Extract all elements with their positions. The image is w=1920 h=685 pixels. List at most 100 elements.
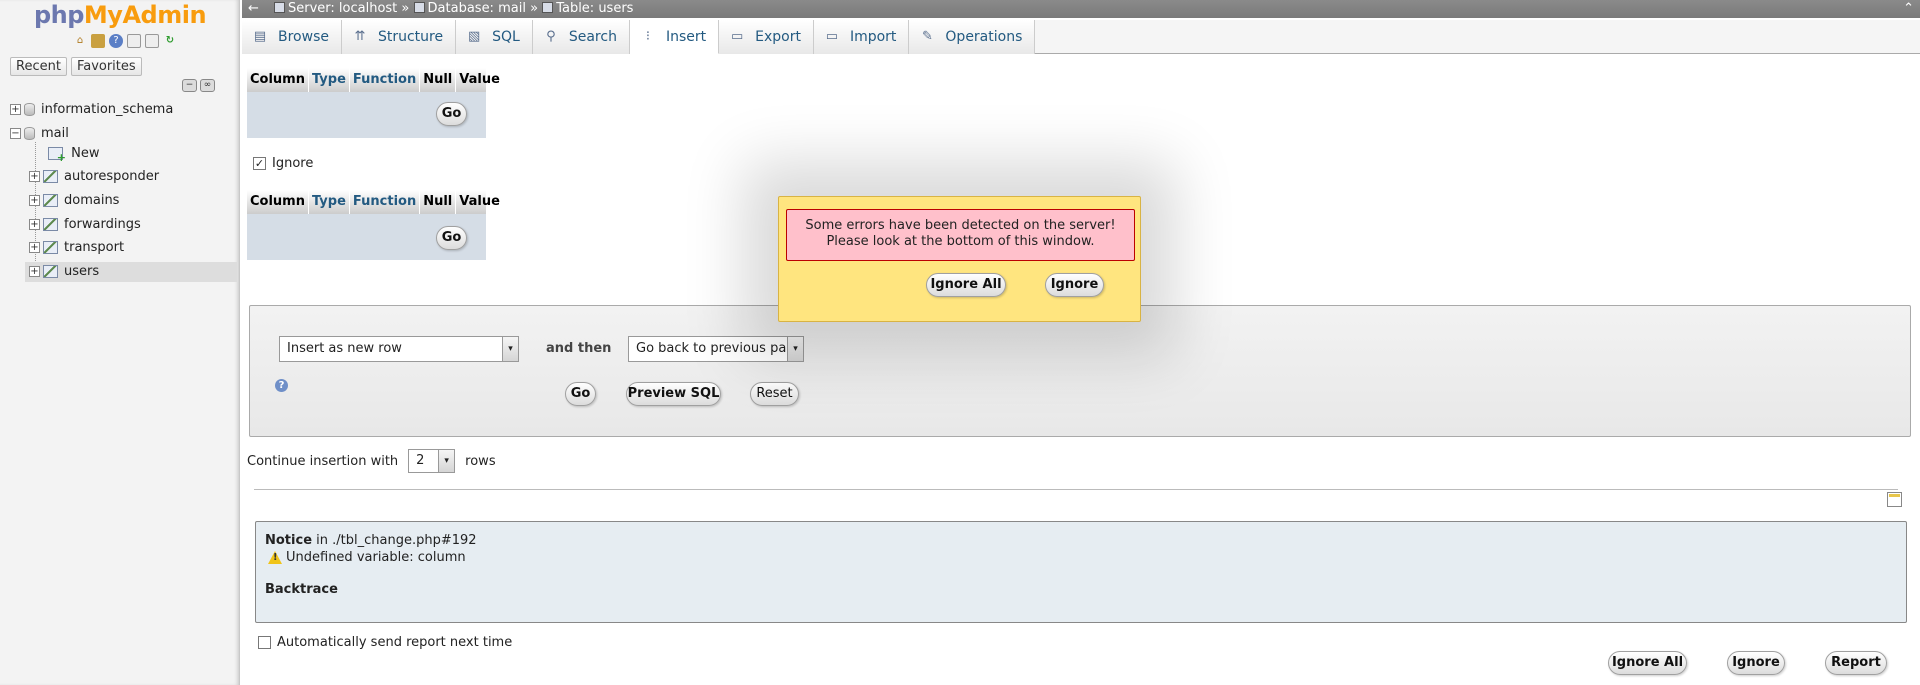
preview-sql-button[interactable]: Preview SQL bbox=[626, 382, 721, 406]
header-function[interactable]: Function bbox=[350, 68, 421, 92]
browse-icon: ▤ bbox=[253, 29, 267, 44]
settings-icon[interactable] bbox=[145, 34, 159, 48]
database-icon bbox=[413, 2, 425, 13]
tree-table-label: domains bbox=[64, 193, 120, 208]
divider bbox=[254, 489, 1898, 490]
tab-label: Structure bbox=[377, 29, 444, 45]
ignore-all-button[interactable]: Ignore All bbox=[1608, 651, 1687, 675]
breadcrumb-database[interactable]: Database: mail bbox=[428, 1, 526, 16]
phpmyadmin-logo[interactable]: phpMyAdmin bbox=[0, 0, 240, 30]
tab-label: Export bbox=[755, 29, 801, 45]
insert-rows-select[interactable]: 2 ▾ bbox=[408, 449, 456, 473]
tree-table-forwardings[interactable]: + forwardings bbox=[29, 215, 141, 235]
report-button[interactable]: Report bbox=[1825, 651, 1887, 675]
table-header: Column Type Function Null Value bbox=[247, 190, 504, 214]
go-button[interactable]: Go bbox=[436, 226, 467, 250]
ignore-checkbox[interactable]: ✓ bbox=[253, 157, 266, 170]
nav-tabs: Recent Favorites bbox=[10, 57, 142, 76]
nav-icon-bar: ⌂ ? ↻ bbox=[73, 34, 177, 50]
notice-location: in ./tbl_change.php#192 bbox=[312, 533, 477, 548]
insert-mode-select[interactable]: Insert as new row ▾ bbox=[279, 336, 519, 362]
nav-tab-favorites[interactable]: Favorites bbox=[70, 57, 142, 76]
nav-collapse-controls: − ∞ bbox=[182, 79, 215, 92]
ignore-button[interactable]: Ignore bbox=[1727, 651, 1785, 675]
expand-icon[interactable]: + bbox=[29, 195, 40, 206]
collapse-all-icon[interactable]: − bbox=[182, 79, 197, 92]
table-icon bbox=[43, 194, 58, 207]
header-null: Null bbox=[420, 190, 457, 214]
help-icon[interactable]: ? bbox=[109, 34, 123, 48]
after-insert-select[interactable]: Go back to previous page ▾ bbox=[628, 336, 804, 362]
go-button[interactable]: Go bbox=[436, 102, 467, 126]
auto-send-label: Automatically send report next time bbox=[277, 635, 513, 650]
tree-table-users[interactable]: + users bbox=[25, 262, 237, 282]
expand-icon[interactable]: + bbox=[29, 266, 40, 277]
nav-tab-recent[interactable]: Recent bbox=[10, 57, 67, 76]
breadcrumb: Server: localhost » Database: mail » Tab… bbox=[274, 0, 633, 18]
tab-search[interactable]: ⚲ Search bbox=[532, 20, 630, 54]
tab-structure[interactable]: ⇈ Structure bbox=[341, 20, 457, 54]
collapse-top-icon[interactable]: ⌃ bbox=[1903, 0, 1914, 18]
breadcrumb-server[interactable]: Server: localhost bbox=[288, 1, 397, 16]
tab-operations[interactable]: ✎ Operations bbox=[909, 20, 1036, 54]
tab-label: Import bbox=[849, 29, 897, 45]
chevron-down-icon: ▾ bbox=[787, 337, 803, 361]
backtrace-heading: Backtrace bbox=[265, 582, 338, 597]
breadcrumb-separator: » bbox=[530, 1, 539, 16]
select-value: Go back to previous page bbox=[636, 341, 803, 356]
ignore-checkbox-row: ✓ Ignore bbox=[253, 156, 313, 171]
reset-button[interactable]: Reset bbox=[750, 382, 799, 406]
table-body: Go bbox=[247, 214, 486, 260]
help-icon[interactable]: ? bbox=[275, 379, 288, 392]
link-with-main-icon[interactable]: ∞ bbox=[200, 79, 215, 92]
dialog-ignore-all-button[interactable]: Ignore All bbox=[926, 273, 1006, 297]
go-button[interactable]: Go bbox=[565, 382, 596, 406]
breadcrumb-table[interactable]: Table: users bbox=[556, 1, 633, 16]
header-type[interactable]: Type bbox=[309, 190, 350, 214]
error-console-icon[interactable] bbox=[1887, 492, 1902, 507]
collapse-icon[interactable]: − bbox=[10, 128, 21, 139]
header-type[interactable]: Type bbox=[309, 68, 350, 92]
docs-icon[interactable] bbox=[127, 34, 141, 48]
header-column: Column bbox=[247, 68, 309, 92]
tree-table-autoresponder[interactable]: + autoresponder bbox=[29, 167, 159, 187]
chevron-down-icon: ▾ bbox=[502, 337, 518, 361]
insert-columns-table-1: Column Type Function Null Value Go bbox=[247, 68, 504, 138]
reload-icon[interactable]: ↻ bbox=[163, 34, 177, 48]
back-arrow-icon[interactable]: ← bbox=[248, 0, 259, 18]
header-null: Null bbox=[420, 68, 457, 92]
tree-db-information-schema[interactable]: + information_schema bbox=[10, 100, 173, 120]
tab-label: Browse bbox=[278, 29, 329, 45]
tab-insert[interactable]: ⁝ Insert bbox=[629, 20, 720, 54]
tree-table-transport[interactable]: + transport bbox=[29, 238, 124, 258]
tree-db-mail[interactable]: − mail bbox=[10, 124, 69, 144]
error-line-1: Some errors have been detected on the se… bbox=[805, 218, 1116, 233]
tab-import[interactable]: ▭ Import bbox=[813, 20, 910, 54]
continue-insertion-row: Continue insertion with 2 ▾ rows bbox=[247, 449, 496, 473]
expand-icon[interactable]: + bbox=[29, 171, 40, 182]
dialog-ignore-button[interactable]: Ignore bbox=[1045, 273, 1104, 297]
table-body: Go bbox=[247, 92, 486, 138]
wrench-icon: ✎ bbox=[921, 29, 933, 44]
tree-table-label: users bbox=[64, 264, 100, 279]
structure-icon: ⇈ bbox=[354, 29, 366, 44]
tree-new-label: New bbox=[71, 146, 100, 161]
tab-export[interactable]: ▭ Export bbox=[719, 20, 814, 54]
home-icon[interactable]: ⌂ bbox=[73, 34, 87, 48]
tab-sql[interactable]: ▧ SQL bbox=[456, 20, 533, 54]
expand-icon[interactable]: + bbox=[10, 104, 21, 115]
notice-message: Undefined variable: column bbox=[268, 550, 466, 565]
header-function[interactable]: Function bbox=[350, 190, 421, 214]
insert-options-fieldset: Insert as new row ▾ and then Go back to … bbox=[249, 305, 1911, 437]
tab-browse[interactable]: ▤ Browse bbox=[242, 20, 342, 54]
expand-icon[interactable]: + bbox=[29, 219, 40, 230]
tree-new-table[interactable]: New bbox=[48, 144, 100, 164]
server-error-dialog: Some errors have been detected on the se… bbox=[778, 196, 1141, 322]
table-icon bbox=[43, 218, 58, 231]
expand-icon[interactable]: + bbox=[29, 242, 40, 253]
tree-table-domains[interactable]: + domains bbox=[29, 191, 119, 211]
notice-message-text: Undefined variable: column bbox=[286, 550, 466, 565]
auto-send-checkbox[interactable] bbox=[258, 636, 271, 649]
database-icon[interactable] bbox=[91, 34, 105, 48]
tab-label: Operations bbox=[945, 29, 1023, 45]
